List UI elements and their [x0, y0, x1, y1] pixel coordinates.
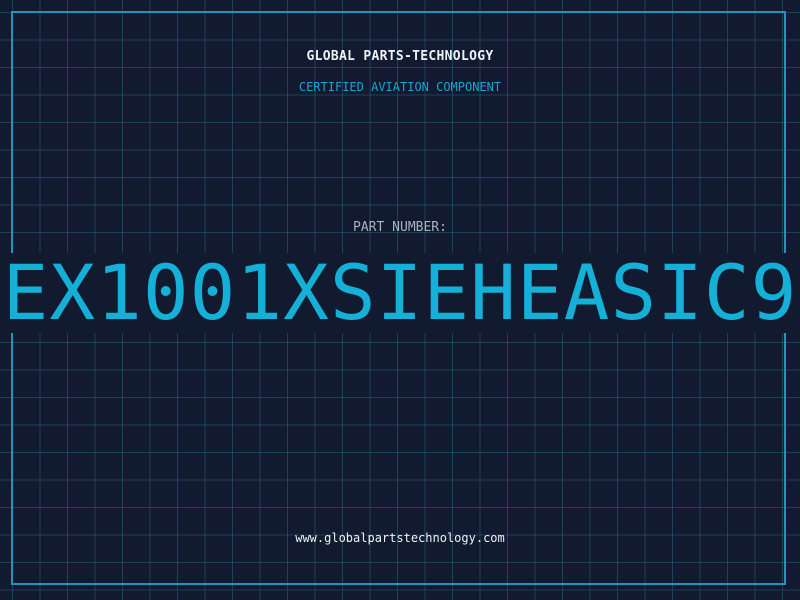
company-name: GLOBAL PARTS-TECHNOLOGY — [306, 49, 494, 64]
label-card: GLOBAL PARTS-TECHNOLOGY CERTIFIED AVIATI… — [0, 0, 800, 600]
part-number-label: PART NUMBER: — [353, 220, 447, 235]
certification-tagline: CERTIFIED AVIATION COMPONENT — [298, 80, 502, 94]
part-number-value: PEX1001XSIEHEASIC91 — [0, 253, 800, 333]
website-url: www.globalpartstechnology.com — [295, 531, 505, 545]
part-number-band: PEX1001XSIEHEASIC91 — [0, 253, 800, 333]
